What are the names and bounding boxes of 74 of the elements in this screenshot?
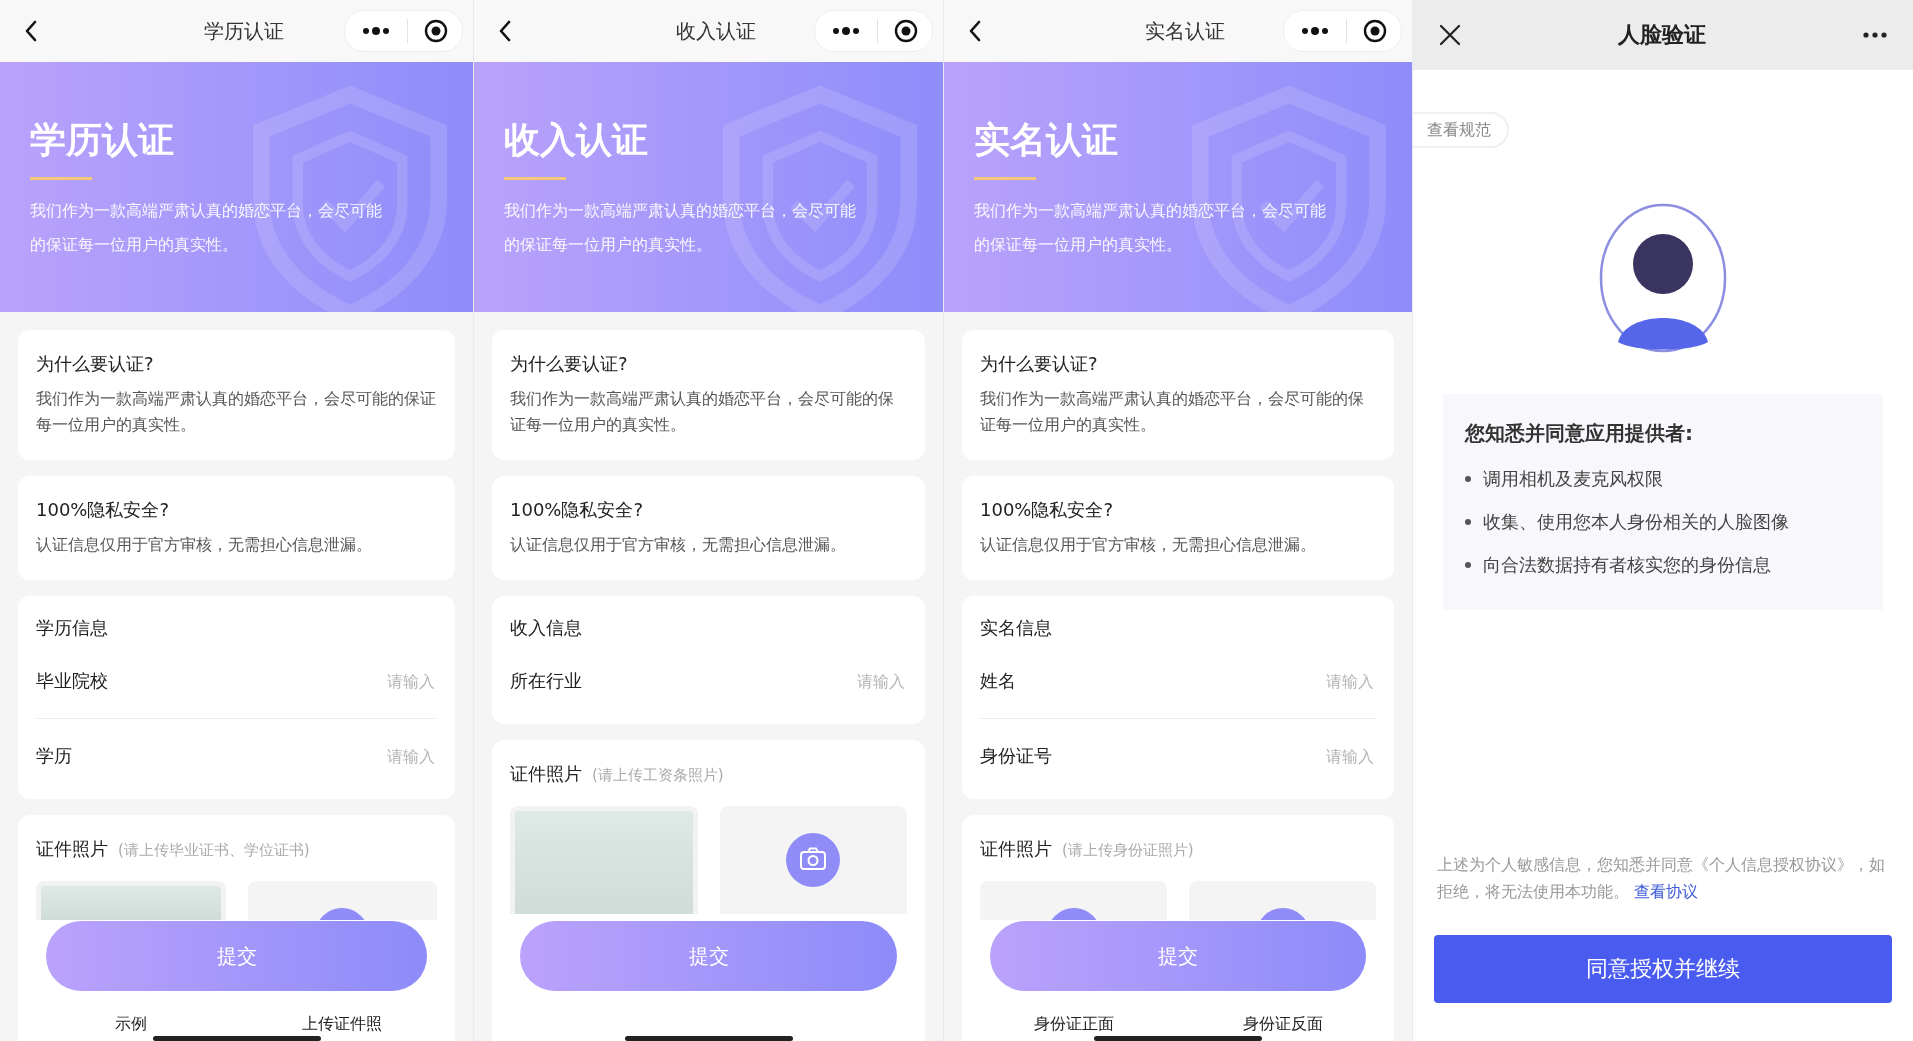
banner-text: 我们作为一款高端严肃认真的婚恋平台，会尽可能的保证每一位用户的真实性。 bbox=[30, 201, 383, 256]
page-title: 实名认证 bbox=[1145, 17, 1225, 45]
more-icon[interactable] bbox=[1863, 32, 1887, 38]
slot-caption: 身份证正面 bbox=[1032, 1014, 1115, 1035]
input-field[interactable]: 请输入 bbox=[323, 670, 437, 692]
input-field[interactable]: 请输入 bbox=[793, 670, 907, 692]
more-icon[interactable] bbox=[831, 26, 861, 36]
input-field[interactable]: 请输入 bbox=[1262, 745, 1376, 767]
more-icon[interactable] bbox=[361, 26, 391, 36]
field-label: 毕业院校 bbox=[36, 669, 108, 693]
card-text: 我们作为一款高端严肃认真的婚恋平台，会尽可能的保证每一位用户的真实性。 bbox=[36, 389, 437, 436]
field-label: 身份证号 bbox=[980, 744, 1052, 768]
agreement-link[interactable]: 查看协议 bbox=[1634, 882, 1699, 901]
back-icon[interactable] bbox=[968, 19, 982, 43]
bullet-icon bbox=[1465, 561, 1471, 568]
more-icon[interactable] bbox=[1300, 26, 1330, 36]
page-title: 收入认证 bbox=[675, 17, 756, 45]
card-title: 为什么要认证? bbox=[510, 352, 629, 376]
input-field[interactable]: 请输入 bbox=[1262, 670, 1376, 692]
bullet-icon bbox=[1465, 475, 1471, 482]
banner-title: 实名认证 bbox=[974, 118, 1119, 162]
card-text: 我们作为一款高端严肃认真的婚恋平台，会尽可能的保证每一位用户的真实性。 bbox=[510, 389, 895, 436]
section-title: 实名信息 bbox=[980, 616, 1053, 640]
submit-button[interactable]: 提交 bbox=[990, 921, 1366, 991]
target-icon[interactable] bbox=[424, 19, 448, 43]
section-title: 证件照片 bbox=[980, 837, 1052, 861]
consent-notice: 上述为个人敏感信息，您知悉并同意《个人信息授权协议》，如拒绝，将无法使用本功能。 查看协议 bbox=[1437, 854, 1886, 903]
upload-hint: (请上传身份证照片) bbox=[1062, 841, 1194, 860]
spec-button[interactable]: 查看规范 bbox=[1413, 112, 1509, 148]
permission-item: 调用相机及麦克风权限 bbox=[1483, 466, 1663, 491]
back-icon[interactable] bbox=[498, 19, 512, 43]
permission-item: 收集、使用您本人身份相关的人脸图像 bbox=[1483, 509, 1789, 534]
card-text: 我们作为一款高端严肃认真的婚恋平台，会尽可能的保证每一位用户的真实性。 bbox=[980, 389, 1365, 436]
banner-title: 学历认证 bbox=[30, 118, 175, 162]
upload-slot[interactable] bbox=[719, 806, 907, 914]
upload-hint: (请上传工资条照片) bbox=[592, 766, 724, 785]
back-icon[interactable] bbox=[24, 19, 38, 43]
page-title: 学历认证 bbox=[203, 17, 284, 45]
bullet-icon bbox=[1465, 518, 1471, 525]
slot-caption: 上传证件照 bbox=[301, 1014, 384, 1035]
card-text: 认证信息仅用于官方审核，无需担心信息泄漏。 bbox=[980, 535, 1317, 556]
field-label: 所在行业 bbox=[510, 669, 582, 693]
upload-slot[interactable] bbox=[1189, 881, 1376, 920]
card-title: 100%隐私安全? bbox=[980, 498, 1114, 522]
upload-hint: (请上传毕业证书、学位证书) bbox=[118, 841, 310, 860]
close-icon[interactable] bbox=[1439, 24, 1461, 46]
permission-item: 向合法数据持有者核实您的身份信息 bbox=[1483, 552, 1771, 577]
page-title: 人脸验证 bbox=[1618, 21, 1706, 49]
banner-text: 我们作为一款高端严肃认真的婚恋平台，会尽可能的保证每一位用户的真实性。 bbox=[974, 201, 1327, 256]
submit-button[interactable]: 提交 bbox=[520, 921, 897, 991]
field-label: 学历 bbox=[36, 744, 72, 768]
slot-caption: 示例 bbox=[113, 1014, 148, 1035]
card-text: 认证信息仅用于官方审核，无需担心信息泄漏。 bbox=[36, 535, 373, 556]
upload-slot[interactable] bbox=[247, 881, 437, 920]
section-title: 证件照片 bbox=[36, 837, 108, 861]
section-title: 收入信息 bbox=[510, 616, 583, 640]
agree-button[interactable]: 同意授权并继续 bbox=[1434, 935, 1892, 1003]
slot-caption: 身份证反面 bbox=[1241, 1014, 1324, 1035]
target-icon[interactable] bbox=[1363, 19, 1387, 43]
input-field[interactable]: 请输入 bbox=[323, 745, 437, 767]
card-title: 100%隐私安全? bbox=[510, 498, 644, 522]
card-title: 100%隐私安全? bbox=[36, 498, 170, 522]
section-title: 学历信息 bbox=[36, 616, 109, 640]
target-icon[interactable] bbox=[894, 19, 918, 43]
section-title: 证件照片 bbox=[510, 762, 582, 786]
banner-title: 收入认证 bbox=[504, 118, 649, 162]
card-text: 认证信息仅用于官方审核，无需担心信息泄漏。 bbox=[510, 535, 847, 556]
upload-slot[interactable] bbox=[980, 881, 1167, 920]
submit-button[interactable]: 提交 bbox=[46, 921, 427, 991]
card-title: 为什么要认证? bbox=[36, 352, 155, 376]
card-title: 为什么要认证? bbox=[980, 352, 1099, 376]
field-label: 姓名 bbox=[980, 669, 1016, 693]
banner-text: 我们作为一款高端严肃认真的婚恋平台，会尽可能的保证每一位用户的真实性。 bbox=[504, 201, 857, 256]
consent-heading: 您知悉并同意应用提供者: bbox=[1465, 420, 1694, 447]
